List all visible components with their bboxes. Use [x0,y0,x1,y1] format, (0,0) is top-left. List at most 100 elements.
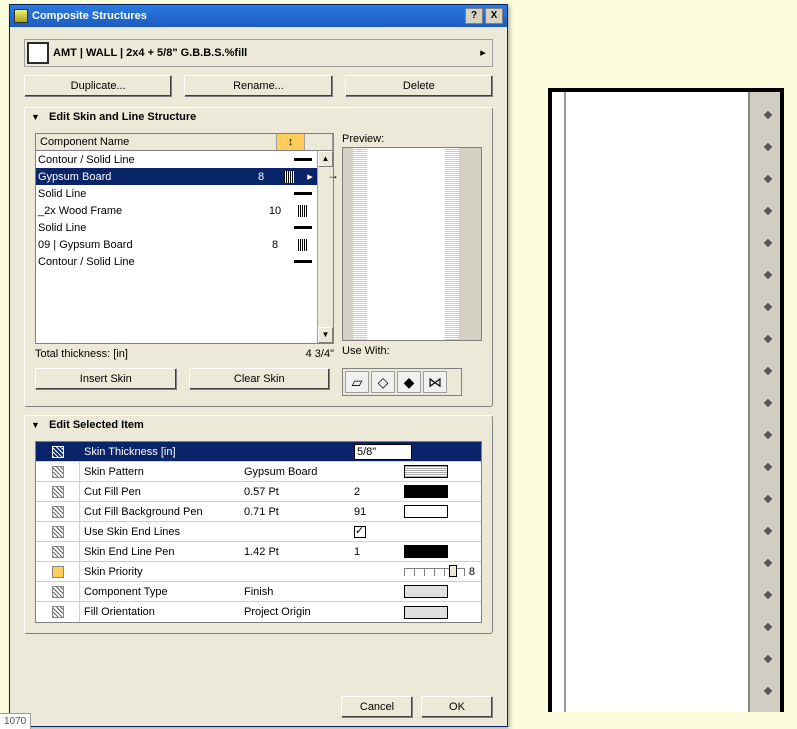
fill-orientation-value: Project Origin [240,606,350,618]
pattern-icon [36,462,80,481]
component-row[interactable]: Contour / Solid Line [36,151,317,168]
row-priority: 10 [261,205,289,217]
row-name: Contour / Solid Line [38,154,261,166]
fill-orientation-row[interactable]: Fill Orientation Project Origin [36,602,481,622]
priority-icon [36,562,80,581]
component-row[interactable]: 09 | Gypsum Board8 [36,236,317,253]
total-thickness-value: 4 3/4" [306,348,334,360]
col-priority[interactable]: ↕ [277,134,305,150]
skin-pattern-value: Gypsum Board [240,466,350,478]
component-row[interactable]: Solid Line [36,185,317,202]
section-title: Edit Selected Item [49,419,144,431]
composite-swatch-icon [27,42,49,64]
dropdown-arrow-icon[interactable]: ▸ [476,46,490,60]
row-line-icon [289,158,317,161]
pen-icon [36,482,80,501]
row-name: Gypsum Board [38,171,247,183]
scroll-up-icon[interactable]: ▲ [318,151,333,167]
duplicate-button[interactable]: Duplicate... [24,75,172,97]
component-table-header: Component Name ↕ [35,133,334,150]
preview-ref-arrow-icon: → [327,168,339,182]
end-lines-checkbox[interactable] [354,526,366,538]
scroll-track[interactable] [318,167,333,327]
insert-skin-button[interactable]: Insert Skin [35,368,177,390]
composite-structures-dialog: Composite Structures ? X AMT | WALL | 2x… [9,4,508,727]
roof-tool-icon[interactable]: ◆ [397,371,421,393]
row-line-icon [289,192,317,195]
disclosure-icon[interactable] [31,111,43,123]
pattern-swatch[interactable] [404,465,448,478]
stud-markers [756,92,780,712]
shell-tool-icon[interactable]: ⋈ [423,371,447,393]
row-priority: 8 [247,171,275,183]
section-title: Edit Skin and Line Structure [49,111,196,123]
composite-selector[interactable]: AMT | WALL | 2x4 + 5/8" G.B.B.S.%fill ▸ [24,39,493,67]
row-line-icon [289,260,317,263]
row-expand-icon[interactable]: ▸ [303,170,317,183]
skin-structure-section: Edit Skin and Line Structure Component N… [24,107,493,407]
component-row[interactable]: _2x Wood Frame10 [36,202,317,219]
row-name: Contour / Solid Line [38,256,261,268]
component-type-row[interactable]: Component Type Finish [36,582,481,602]
skin-thickness-input[interactable] [354,444,412,460]
composite-name: AMT | WALL | 2x4 + 5/8" G.B.B.S.%fill [53,47,476,59]
window-title: Composite Structures [32,10,463,22]
scroll-down-icon[interactable]: ▼ [318,327,333,343]
slab-tool-icon[interactable]: ◇ [371,371,395,393]
type-swatch[interactable] [404,585,448,598]
component-list: Contour / Solid LineGypsum Board8▸Solid … [35,150,334,344]
row-name: 09 | Gypsum Board [38,239,261,251]
orient-icon [36,602,80,622]
preview-label: Preview: [342,133,482,145]
cancel-button[interactable]: Cancel [341,696,413,718]
thickness-icon [36,442,80,461]
pen-swatch[interactable] [404,545,448,558]
row-line-icon [289,226,317,229]
type-icon [36,582,80,601]
use-with-label: Use With: [342,345,482,357]
disclosure-icon[interactable] [31,419,43,431]
clear-skin-button[interactable]: Clear Skin [189,368,331,390]
use-with-tools: ▱ ◇ ◆ ⋈ [342,368,462,396]
skin-priority-row[interactable]: Skin Priority 8 [36,562,481,582]
end-line-pen-row[interactable]: Skin End Line Pen 1.42 Pt 1 [36,542,481,562]
close-button[interactable]: X [485,8,503,24]
pen-icon [36,542,80,561]
skin-pattern-row[interactable]: Skin Pattern Gypsum Board [36,462,481,482]
row-name: Solid Line [38,222,261,234]
preview-box: → [342,147,482,341]
row-priority: 8 [261,239,289,251]
help-button[interactable]: ? [465,8,483,24]
component-row[interactable]: Solid Line [36,219,317,236]
priority-value: 8 [469,566,475,578]
col-line[interactable] [305,134,333,150]
ok-button[interactable]: OK [421,696,493,718]
use-end-lines-row[interactable]: Use Skin End Lines [36,522,481,542]
component-row[interactable]: Gypsum Board8 ▸ [36,168,317,185]
orient-swatch[interactable] [404,606,448,619]
skin-thickness-row[interactable]: Skin Thickness [in] [36,442,481,462]
row-line-icon [289,205,317,217]
cut-fill-pen-row[interactable]: Cut Fill Pen 0.57 Pt 2 [36,482,481,502]
property-list: Skin Thickness [in] Skin Pattern Gypsum … [35,441,482,623]
pen-icon [36,502,80,521]
pen-swatch[interactable] [404,505,448,518]
endline-icon [36,522,80,541]
row-name: Solid Line [38,188,261,200]
delete-button[interactable]: Delete [345,75,493,97]
pen-swatch[interactable] [404,485,448,498]
rename-button[interactable]: Rename... [184,75,332,97]
component-row[interactable]: Contour / Solid Line [36,253,317,270]
priority-slider[interactable]: 8 [404,565,475,579]
total-thickness-label: Total thickness: [in] [35,348,128,360]
skin-thickness-label: Skin Thickness [in] [80,446,240,458]
titlebar: Composite Structures ? X [10,5,507,27]
drawing-canvas [548,88,784,712]
col-component-name[interactable]: Component Name [36,134,277,150]
wall-tool-icon[interactable]: ▱ [345,371,369,393]
row-name: _2x Wood Frame [38,205,261,217]
app-icon [14,9,28,23]
row-line-icon [289,239,317,251]
status-corner: 1070 [0,713,31,729]
cut-fill-bg-pen-row[interactable]: Cut Fill Background Pen 0.71 Pt 91 [36,502,481,522]
